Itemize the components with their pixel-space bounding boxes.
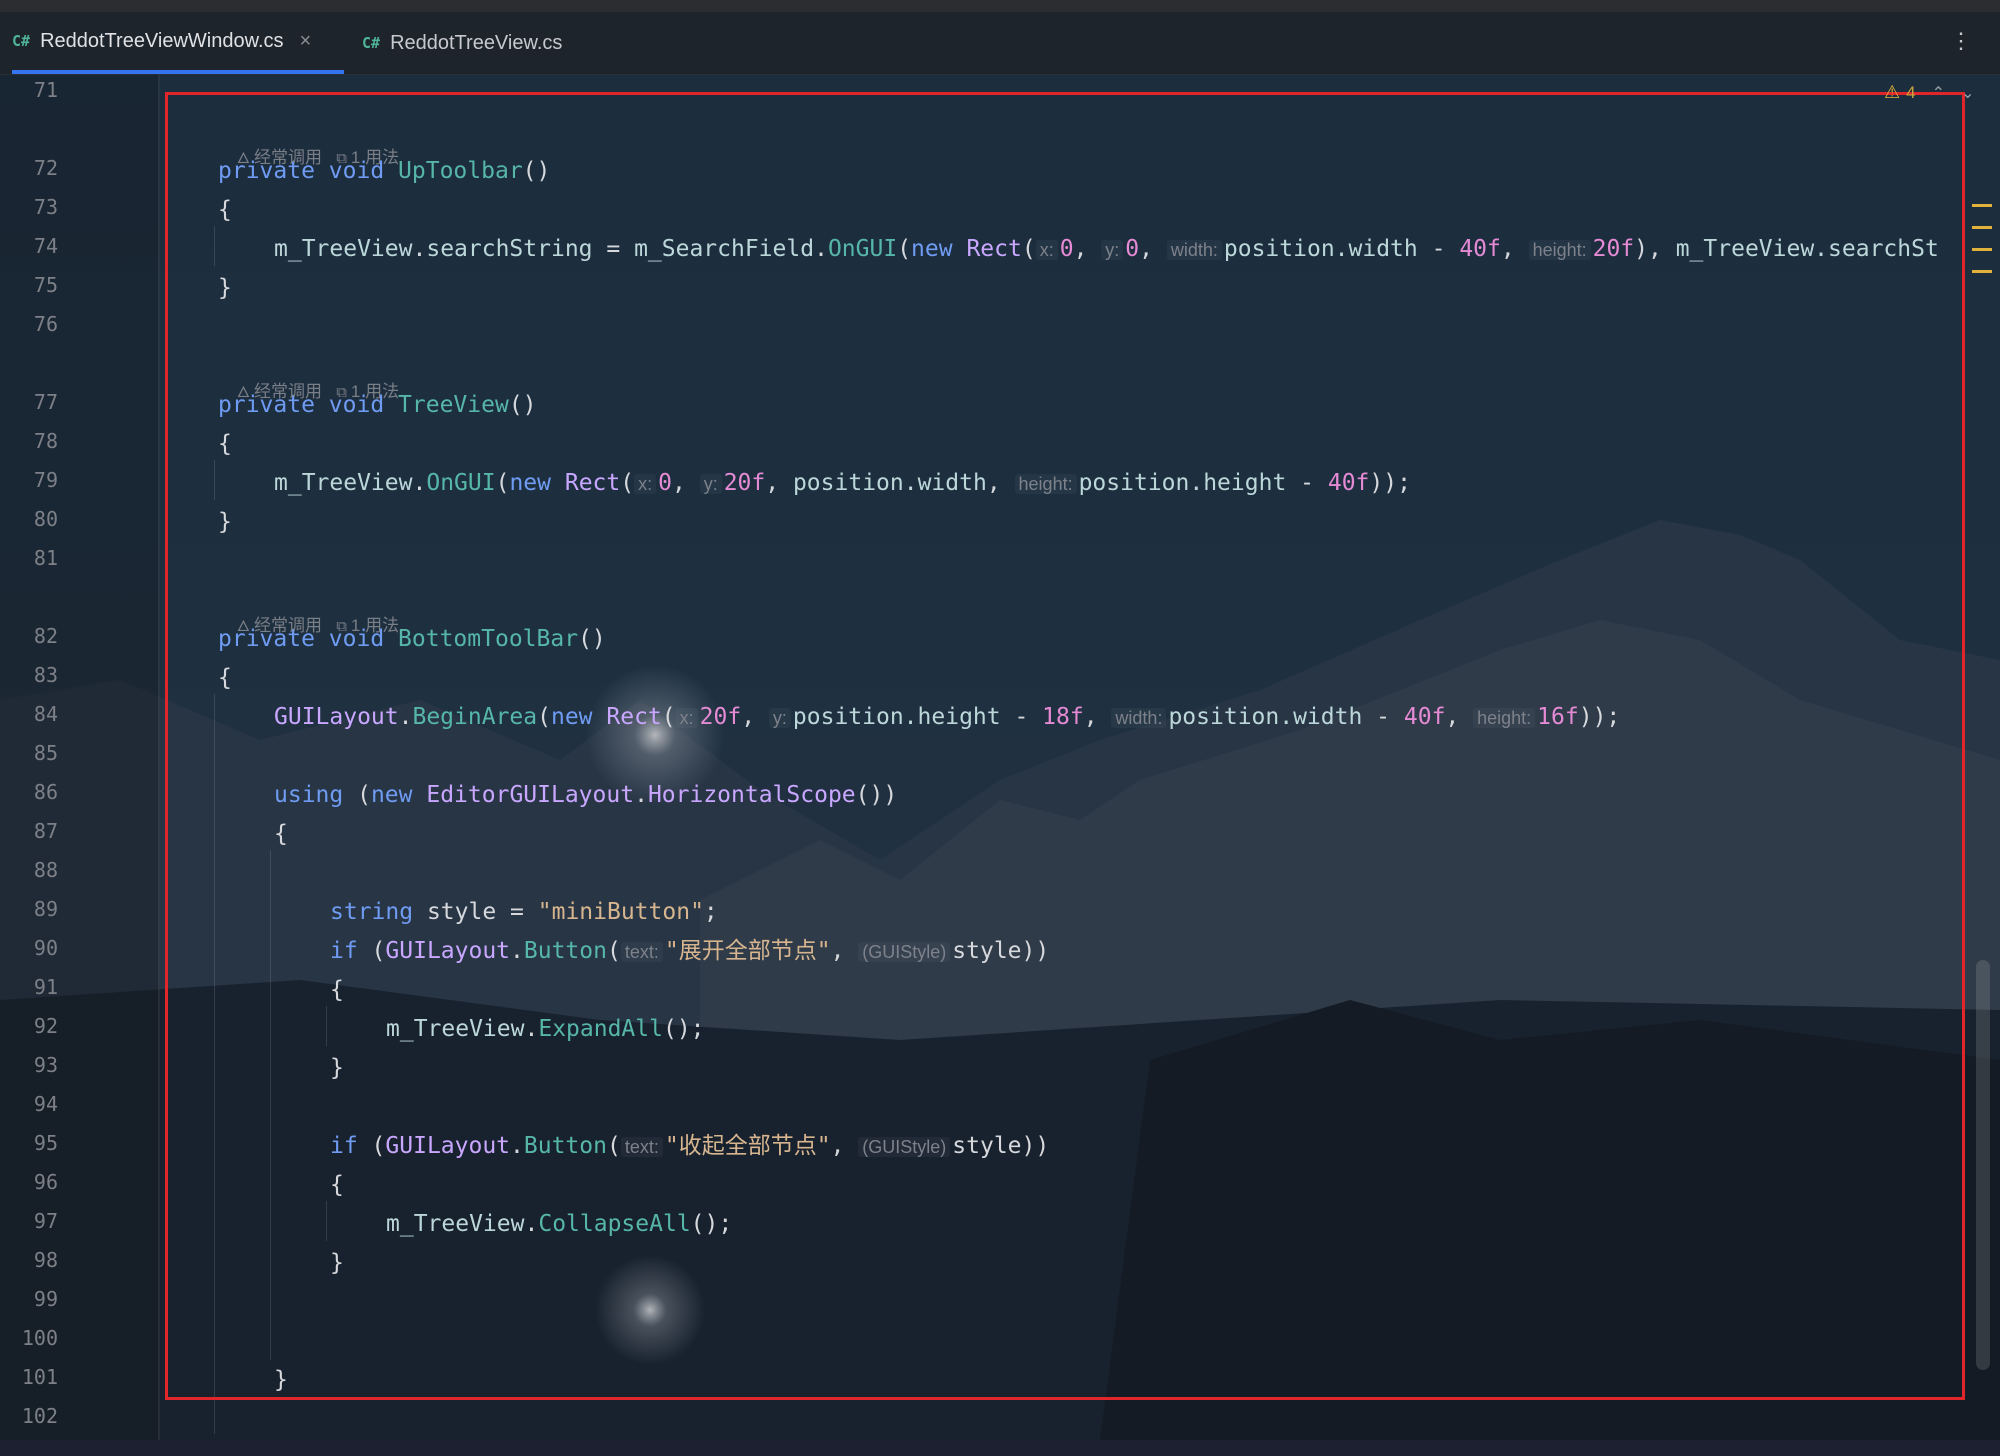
line-number: 95 <box>33 1131 58 1155</box>
line-number: 91 <box>33 975 58 999</box>
error-stripe-mark[interactable] <box>1972 248 1992 251</box>
close-icon[interactable]: × <box>300 30 312 53</box>
line-number: 102 <box>21 1404 58 1428</box>
inspection-widget[interactable]: ⚠ 4 ⌃ ⌄ <box>1884 82 1974 103</box>
line-number: 81 <box>33 546 58 570</box>
tab-reddot-tree-view[interactable]: C# ReddotTreeView.cs <box>362 12 562 74</box>
line-number: 88 <box>33 858 58 882</box>
chevron-down-icon[interactable]: ⌄ <box>1961 83 1974 103</box>
line-number: 97 <box>33 1209 58 1233</box>
line-number: 73 <box>33 195 58 219</box>
error-stripe-mark[interactable] <box>1972 270 1992 273</box>
line-number: 75 <box>33 273 58 297</box>
csharp-file-icon: C# <box>362 34 381 52</box>
vertical-scrollbar[interactable] <box>1976 960 1990 1370</box>
line-number: 87 <box>33 819 58 843</box>
line-number: 83 <box>33 663 58 687</box>
line-number: 72 <box>33 156 58 180</box>
line-number: 101 <box>21 1365 58 1389</box>
line-number: 82 <box>33 624 58 648</box>
line-number: 96 <box>33 1170 58 1194</box>
window-top-strip <box>0 0 2000 12</box>
tab-label: ReddotTreeView.cs <box>390 31 563 54</box>
line-number: 90 <box>33 936 58 960</box>
line-number: 92 <box>33 1014 58 1038</box>
error-stripe-mark[interactable] <box>1972 226 1992 229</box>
line-number: 71 <box>33 78 58 102</box>
tab-label: ReddotTreeViewWindow.cs <box>40 29 284 52</box>
tab-reddot-tree-view-window[interactable]: C# ReddotTreeViewWindow.cs × <box>12 12 344 74</box>
line-number: 94 <box>33 1092 58 1116</box>
line-number: 78 <box>33 429 58 453</box>
more-options-icon[interactable]: ⋮ <box>1950 28 1972 54</box>
line-number: 76 <box>33 312 58 336</box>
warning-count: 4 <box>1906 82 1916 102</box>
chevron-up-icon[interactable]: ⌃ <box>1932 83 1945 103</box>
highlight-box <box>165 92 1965 1400</box>
line-number: 89 <box>33 897 58 921</box>
editor-tab-bar: C# ReddotTreeViewWindow.cs × C# ReddotTr… <box>0 12 2000 75</box>
line-number: 79 <box>33 468 58 492</box>
line-number: 93 <box>33 1053 58 1077</box>
line-number: 86 <box>33 780 58 804</box>
line-number: 98 <box>33 1248 58 1272</box>
line-number: 84 <box>33 702 58 726</box>
warning-icon: ⚠ <box>1884 82 1901 102</box>
line-number: 100 <box>21 1326 58 1350</box>
line-number: 77 <box>33 390 58 414</box>
line-number: 85 <box>33 741 58 765</box>
line-number: 80 <box>33 507 58 531</box>
error-stripe-mark[interactable] <box>1972 204 1992 207</box>
line-number: 99 <box>33 1287 58 1311</box>
line-number: 74 <box>33 234 58 258</box>
csharp-file-icon: C# <box>12 32 31 50</box>
